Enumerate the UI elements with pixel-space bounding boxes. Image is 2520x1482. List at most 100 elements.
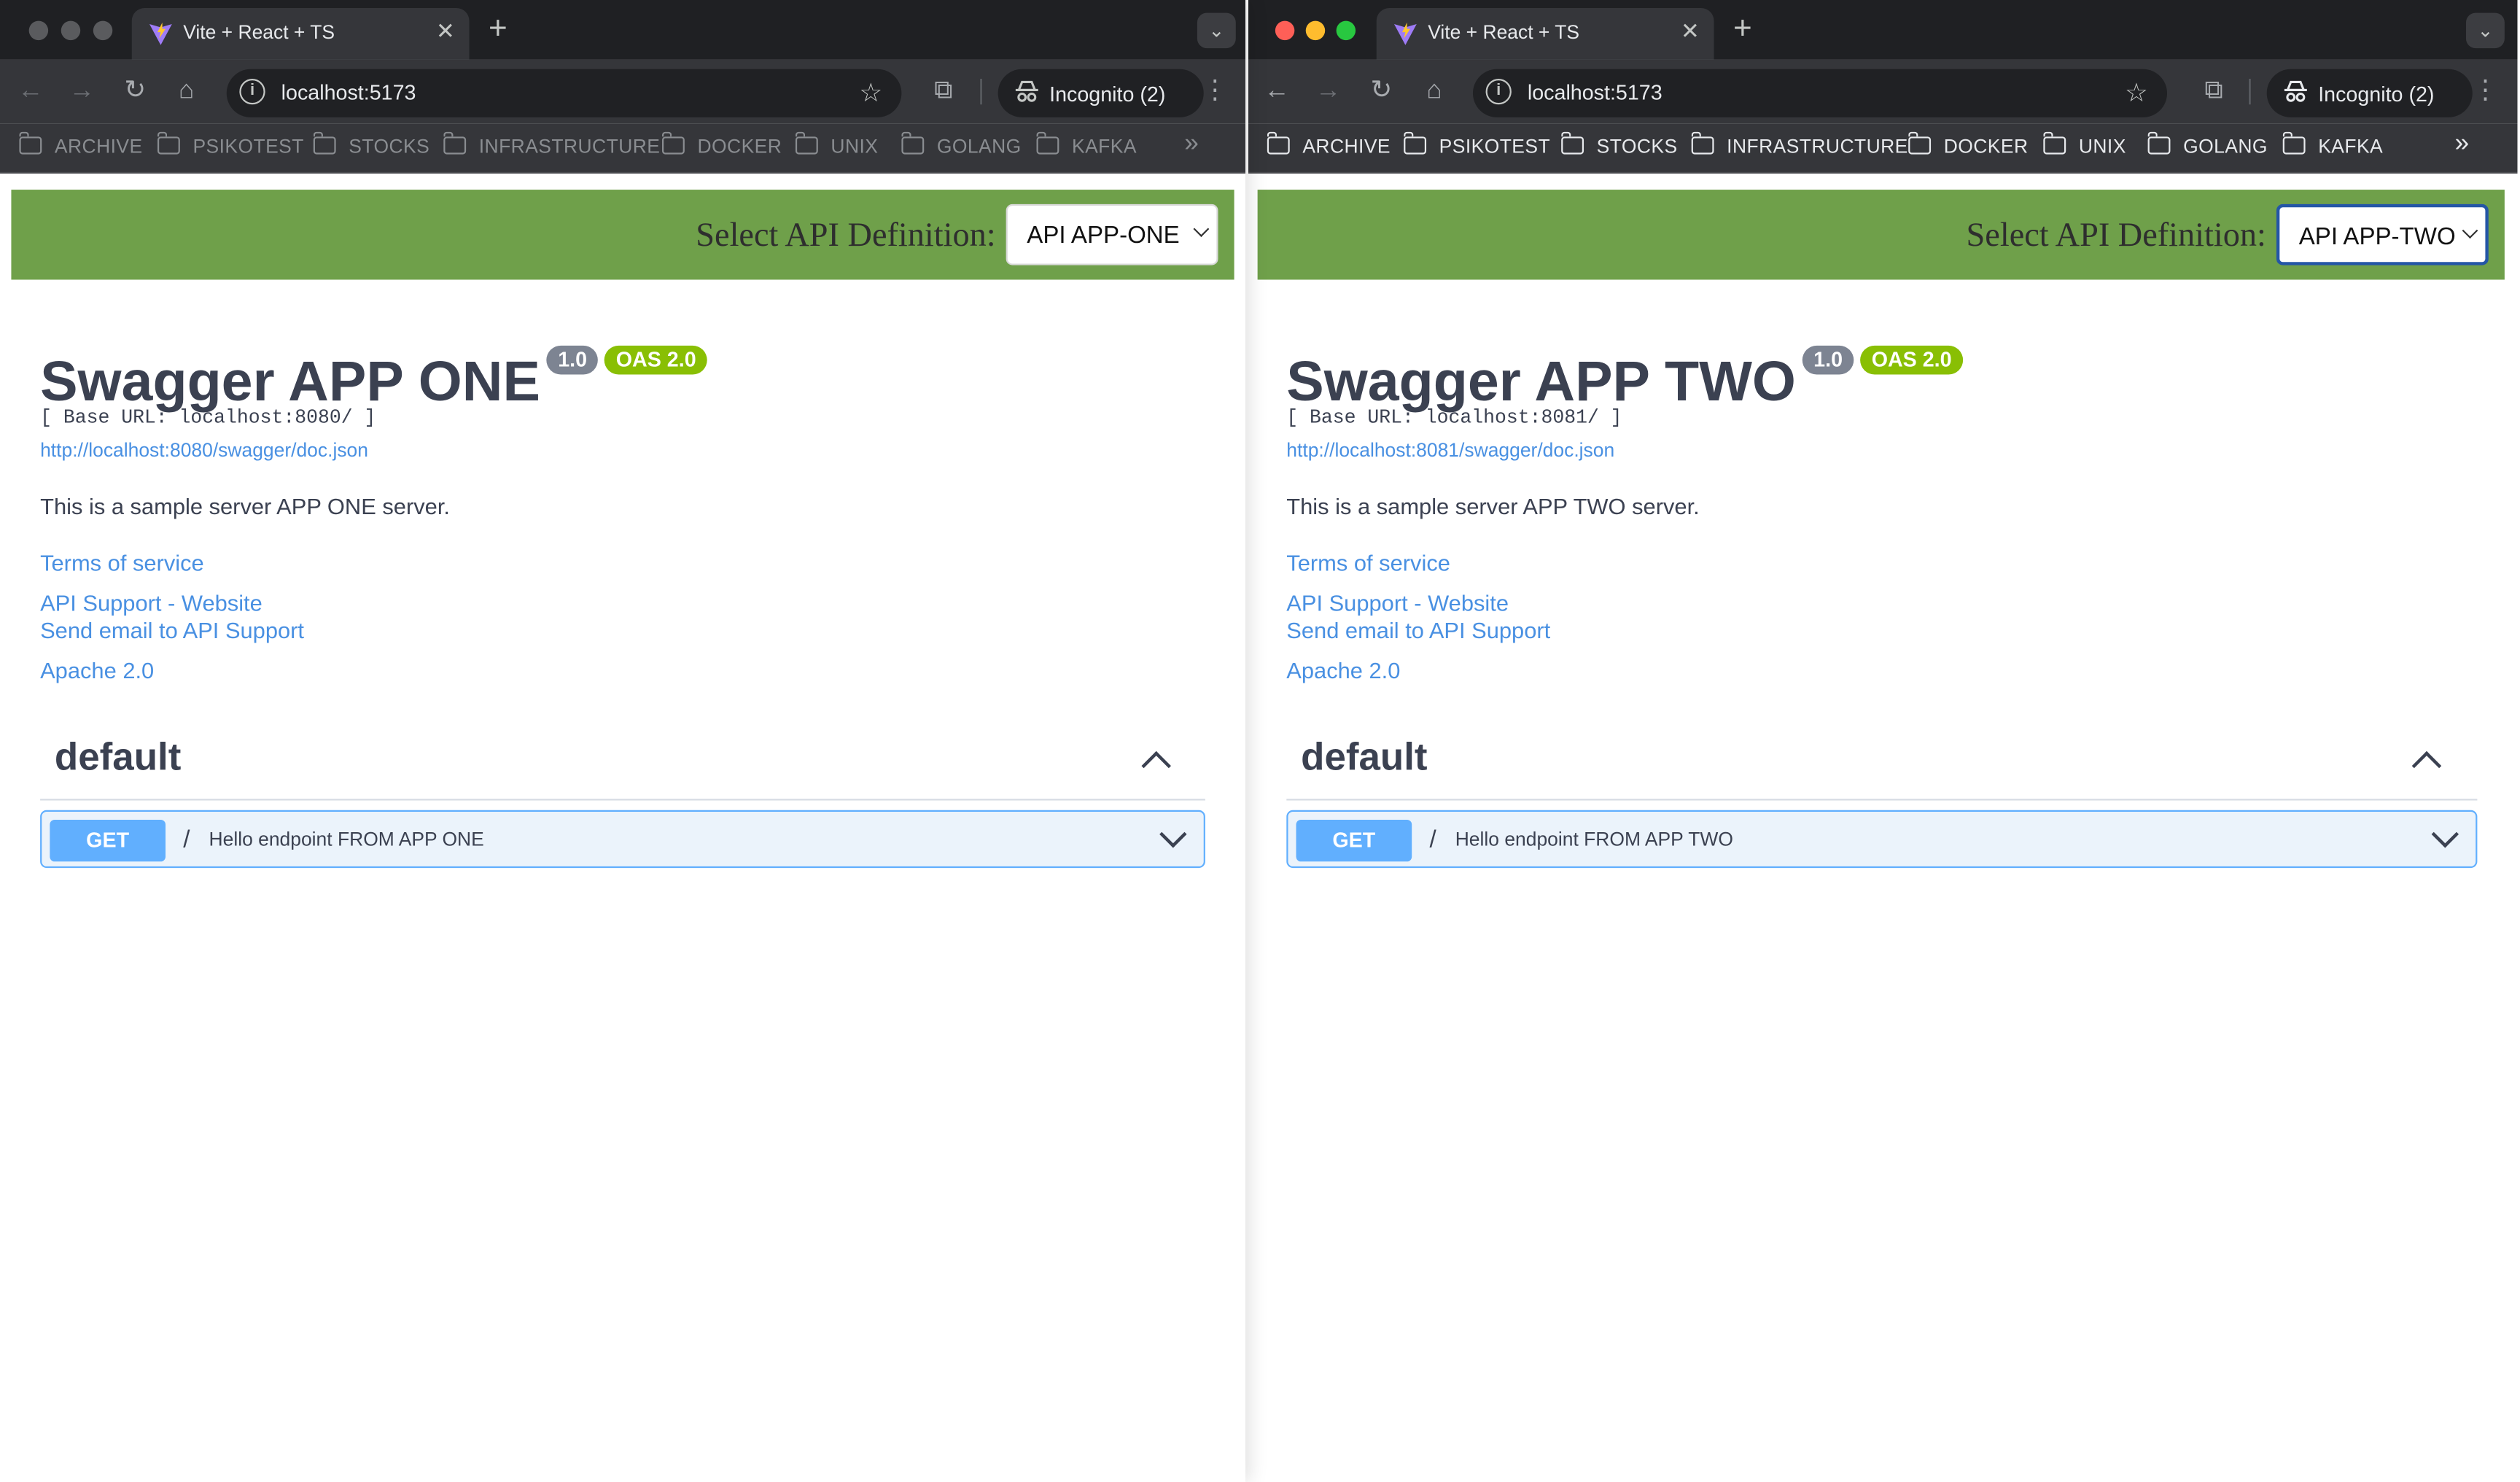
- oas-badge: OAS 2.0: [604, 345, 708, 374]
- api-definition-select[interactable]: API APP-ONE: [1006, 203, 1218, 265]
- section-divider: [1286, 799, 2478, 801]
- plus-icon[interactable]: +: [489, 11, 508, 46]
- api-definition-label: Select API Definition:: [696, 215, 996, 255]
- page-viewport: Select API Definition: API APP-ONE Swagg…: [0, 174, 1245, 1482]
- api-definition-value: API APP-ONE: [1027, 222, 1180, 249]
- tab-strip: Vite + React + TS ✕ + ⌄: [1248, 0, 2518, 60]
- site-info-icon[interactable]: i: [239, 78, 265, 105]
- api-info: Swagger APP TWO 1.0 OAS 2.0 [ Base URL: lo…: [1286, 345, 2459, 683]
- reload-icon[interactable]: ↻: [119, 76, 151, 108]
- version-badge: 1.0: [546, 345, 599, 374]
- folder-icon: [2147, 131, 2171, 155]
- spec-url-link[interactable]: http://localhost:8080/swagger/doc.json: [40, 439, 1213, 462]
- folder-icon: [443, 131, 467, 155]
- close-icon[interactable]: ✕: [436, 18, 455, 44]
- http-method-badge: GET: [1296, 819, 1412, 862]
- address-bar[interactable]: i localhost:5173 ☆: [226, 69, 902, 117]
- window-minimize-button[interactable]: [61, 20, 81, 41]
- chevron-down-icon[interactable]: ⌄: [1197, 12, 1236, 49]
- operation-path: /: [183, 826, 190, 854]
- api-description: This is a sample server APP ONE server.: [40, 493, 450, 519]
- folder-icon: [1690, 131, 1714, 155]
- window-zoom-button[interactable]: [93, 20, 113, 41]
- chevron-down-icon[interactable]: [2431, 820, 2459, 848]
- kebab-menu-icon[interactable]: ⋮: [2469, 76, 2501, 108]
- home-icon[interactable]: ⌂: [171, 76, 203, 108]
- oas-badge: OAS 2.0: [1860, 345, 1964, 374]
- license-link[interactable]: Apache 2.0: [40, 657, 1213, 683]
- api-title: Swagger APP ONE: [40, 350, 540, 414]
- tab-strip: Vite + React + TS ✕ + ⌄: [0, 0, 1245, 60]
- forward-arrow-icon[interactable]: →: [66, 76, 98, 108]
- back-arrow-icon[interactable]: ←: [15, 76, 47, 108]
- incognito-label: Incognito (2): [2318, 82, 2435, 106]
- window-close-button[interactable]: [28, 20, 49, 41]
- folder-icon: [156, 131, 180, 155]
- chevron-down-icon[interactable]: ⌄: [2465, 12, 2505, 49]
- chevron-down-icon[interactable]: [1159, 820, 1187, 848]
- bookmark-star-icon[interactable]: ☆: [2125, 77, 2148, 109]
- folder-icon: [1560, 131, 1584, 155]
- chevron-down-icon: [1193, 221, 1210, 237]
- operation-path: /: [1429, 826, 1436, 854]
- support-email-link[interactable]: Send email to API Support: [40, 617, 1213, 643]
- window-close-button[interactable]: [1275, 20, 1295, 41]
- reload-icon[interactable]: ↻: [1365, 76, 1397, 108]
- section-title: default: [54, 736, 182, 780]
- bookmarks-overflow-button[interactable]: »: [1184, 131, 1199, 160]
- version-badge: 1.0: [1802, 345, 1854, 374]
- incognito-badge[interactable]: Incognito (2): [2266, 69, 2473, 117]
- vite-favicon-icon: [1393, 22, 1417, 45]
- spec-url-link[interactable]: http://localhost:8081/swagger/doc.json: [1286, 439, 2459, 462]
- terms-of-service-link[interactable]: Terms of service: [1286, 550, 2459, 575]
- close-icon[interactable]: ✕: [1681, 18, 1700, 44]
- back-arrow-icon[interactable]: ←: [1261, 76, 1293, 108]
- api-title-row: Swagger APP TWO 1.0 OAS 2.0: [1286, 345, 2459, 414]
- chevron-up-icon[interactable]: [1141, 750, 1171, 781]
- license-link[interactable]: Apache 2.0: [1286, 657, 2459, 683]
- address-url: localhost:5173: [1527, 80, 1662, 105]
- chevron-up-icon[interactable]: [2411, 750, 2442, 781]
- browser-tab[interactable]: Vite + React + TS ✕: [131, 8, 470, 60]
- extensions-icon[interactable]: ⧉: [928, 76, 960, 108]
- toolbar: ← → ↻ ⌂ i localhost:5173 ☆ ⧉ Incognito (…: [0, 59, 1245, 124]
- incognito-label: Incognito (2): [1049, 82, 1166, 106]
- site-info-icon[interactable]: i: [1485, 78, 1512, 105]
- incognito-icon: [2284, 80, 2307, 102]
- address-url: localhost:5173: [281, 80, 416, 105]
- support-email-link[interactable]: Send email to API Support: [1286, 617, 2459, 643]
- folder-icon: [2042, 131, 2066, 155]
- support-website-link[interactable]: API Support - Website: [1286, 590, 2459, 616]
- operation-get-root[interactable]: GET / Hello endpoint FROM APP TWO: [1286, 810, 2478, 869]
- home-icon[interactable]: ⌂: [1418, 76, 1450, 108]
- terms-of-service-link[interactable]: Terms of service: [40, 550, 1213, 575]
- bookmark-star-icon[interactable]: ☆: [859, 77, 882, 109]
- address-bar[interactable]: i localhost:5173 ☆: [1472, 69, 2168, 117]
- api-info: Swagger APP ONE 1.0 OAS 2.0 [ Base URL: lo…: [40, 345, 1213, 683]
- folder-icon: [901, 131, 925, 155]
- extensions-icon[interactable]: ⧉: [2198, 76, 2230, 108]
- bookmarks-bar: ARCHIVE PSIKOTEST STOCKS INFRASTRUCTURE …: [1248, 123, 2518, 174]
- support-website-link[interactable]: API Support - Website: [40, 590, 1213, 616]
- section-title: default: [1301, 736, 1428, 780]
- incognito-badge[interactable]: Incognito (2): [998, 69, 1204, 117]
- window-minimize-button[interactable]: [1305, 20, 1326, 41]
- plus-icon[interactable]: +: [1733, 11, 1752, 46]
- window-zoom-button[interactable]: [1336, 20, 1356, 41]
- api-definition-select[interactable]: API APP-TWO: [2276, 203, 2489, 265]
- browser-tab[interactable]: Vite + React + TS ✕: [1376, 8, 1714, 60]
- api-definition-value: API APP-TWO: [2298, 223, 2456, 251]
- incognito-icon: [1015, 80, 1038, 102]
- bookmarks-bar: ARCHIVE PSIKOTEST STOCKS INFRASTRUCTURE …: [0, 123, 1245, 174]
- bookmarks-overflow-button[interactable]: »: [2455, 131, 2470, 160]
- forward-arrow-icon[interactable]: →: [1312, 76, 1345, 108]
- http-method-badge: GET: [50, 819, 166, 862]
- kebab-menu-icon[interactable]: ⋮: [1199, 76, 1231, 108]
- folder-icon: [18, 131, 42, 155]
- swagger-topbar: Select API Definition: API APP-ONE: [11, 190, 1234, 280]
- api-description: This is a sample server APP TWO server.: [1286, 493, 1700, 519]
- operation-summary: Hello endpoint FROM APP ONE: [209, 828, 484, 850]
- operation-get-root[interactable]: GET / Hello endpoint FROM APP ONE: [40, 810, 1205, 869]
- page-viewport: Select API Definition: API APP-TWO Swagg…: [1248, 174, 2518, 1482]
- operation-summary: Hello endpoint FROM APP TWO: [1455, 828, 1733, 850]
